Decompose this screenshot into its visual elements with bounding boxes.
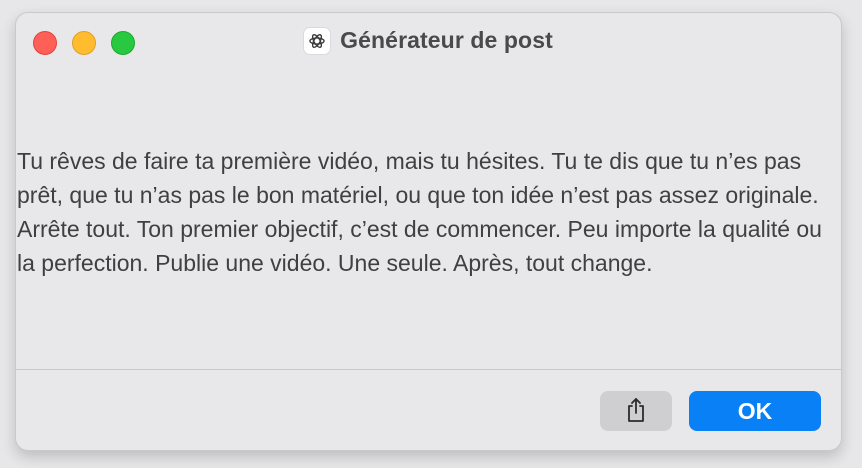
ok-button[interactable]: OK bbox=[689, 391, 821, 431]
share-button[interactable] bbox=[600, 391, 672, 431]
message-text: Tu rêves de faire ta première vidéo, mai… bbox=[17, 148, 822, 276]
title-bar[interactable]: Générateur de post bbox=[16, 13, 841, 69]
window-title: Générateur de post bbox=[340, 27, 553, 53]
window-title-area: Générateur de post bbox=[16, 27, 841, 55]
openai-logo-icon bbox=[304, 27, 331, 54]
share-icon bbox=[625, 397, 647, 426]
dialog-window: Générateur de post Tu rêves de faire ta … bbox=[15, 12, 842, 451]
footer-divider bbox=[16, 369, 841, 370]
